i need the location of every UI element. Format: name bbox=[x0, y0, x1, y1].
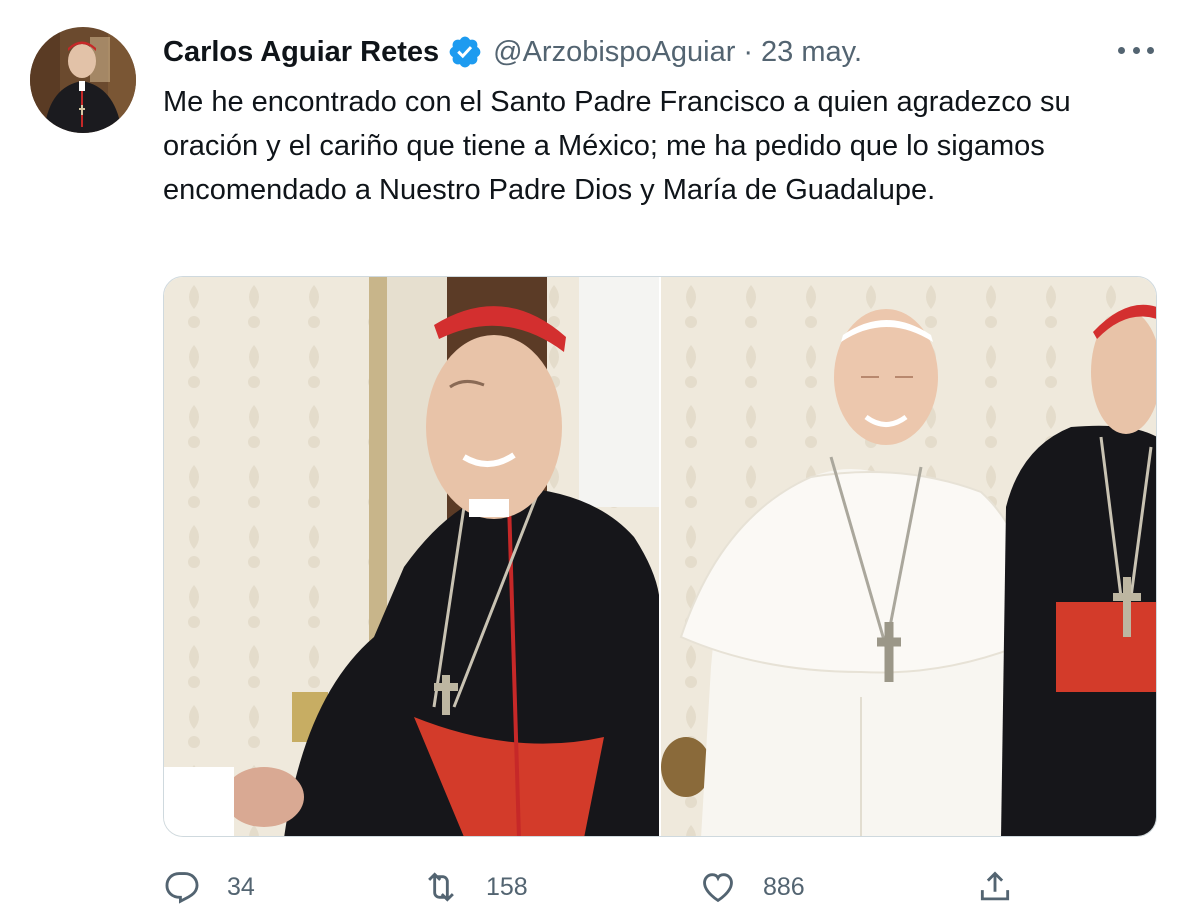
like-count: 886 bbox=[763, 872, 805, 901]
retweet-icon bbox=[428, 872, 454, 902]
author-avatar[interactable] bbox=[30, 27, 136, 133]
retweet-button[interactable]: 158 bbox=[422, 860, 528, 914]
share-button[interactable] bbox=[976, 860, 1040, 914]
reply-count: 34 bbox=[227, 872, 255, 901]
retweet-count: 158 bbox=[486, 872, 528, 901]
author-handle[interactable]: @ArzobispoAguiar bbox=[493, 36, 735, 69]
tweet-photo-2[interactable] bbox=[661, 277, 1156, 836]
heart-icon bbox=[703, 873, 733, 903]
tweet-actions: 34 158 886 bbox=[0, 860, 1200, 914]
tweet-date[interactable]: 23 may. bbox=[761, 36, 862, 69]
reply-icon bbox=[165, 872, 199, 904]
tweet-photo-1[interactable] bbox=[164, 277, 659, 836]
header-separator: · bbox=[743, 35, 754, 68]
like-button[interactable]: 886 bbox=[699, 860, 805, 914]
tweet-card: Carlos Aguiar Retes @ArzobispoAguiar · 2… bbox=[0, 0, 1200, 914]
more-options-icon[interactable] bbox=[1116, 36, 1156, 64]
share-icon bbox=[980, 871, 1010, 901]
author-display-name[interactable]: Carlos Aguiar Retes bbox=[163, 36, 439, 69]
tweet-header: Carlos Aguiar Retes @ArzobispoAguiar · 2… bbox=[163, 30, 862, 74]
verified-badge-icon bbox=[449, 36, 481, 68]
tweet-text: Me he encontrado con el Santo Padre Fran… bbox=[163, 86, 1071, 206]
reply-button[interactable]: 34 bbox=[163, 860, 255, 914]
tweet-media-grid bbox=[163, 276, 1157, 837]
